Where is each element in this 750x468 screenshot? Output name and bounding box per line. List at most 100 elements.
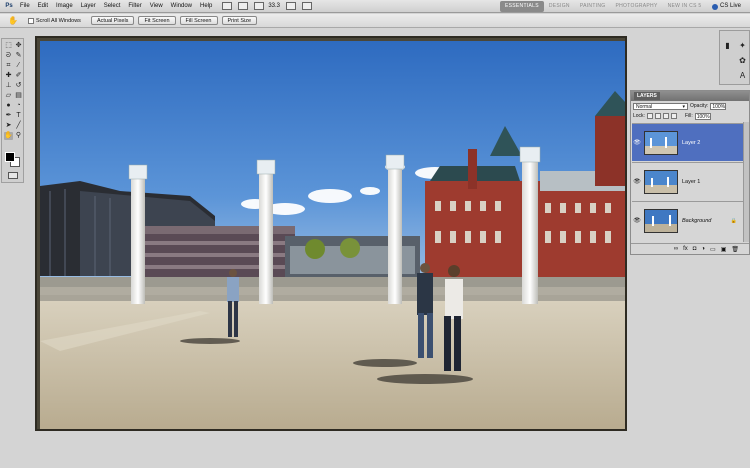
new-layer-icon[interactable]: ▣ [721,246,727,253]
opacity-input[interactable]: 100% [710,102,727,110]
menu-window[interactable]: Window [167,0,196,13]
healing-brush-tool-icon[interactable]: ✚ [4,72,13,80]
launch-minibridge-icon[interactable] [238,2,249,10]
brushes-panel-icon[interactable]: ✿ [738,56,747,65]
options-bar: ✋ Scroll All Windows Actual Pixels Fit S… [0,14,750,28]
brush-tool-icon[interactable]: ✐ [14,72,23,80]
cs-live-icon [712,3,718,10]
delete-layer-icon[interactable]: 🗑 [731,246,739,253]
gradient-tool-icon[interactable]: ▤ [14,92,23,100]
layer-row-layer-2[interactable]: 👁 Layer 2 [632,123,743,161]
zoom-level[interactable]: 33.3 [268,3,280,9]
actual-pixels-button[interactable]: Actual Pixels [90,16,135,25]
layer-thumbnail [644,130,678,155]
add-mask-icon[interactable]: ◘ [693,246,697,252]
layer-name: Background [682,217,712,224]
lock-image-icon[interactable] [654,113,661,119]
eyedropper-tool-icon[interactable]: ⁄ [14,62,23,70]
crop-tool-icon[interactable]: ⌗ [4,62,13,70]
cs-live-button[interactable]: CS Live [712,1,741,12]
arrange-documents-icon[interactable] [286,2,297,10]
blend-row: Normal ▾ Opacity: 100% [631,101,749,111]
clone-stamp-tool-icon[interactable]: ⊥ [4,82,13,90]
workspace-design[interactable]: DESIGN [544,1,575,12]
view-extras-icon[interactable] [254,2,265,10]
type-tool-icon[interactable]: T [14,112,23,120]
scroll-all-windows-checkbox[interactable]: Scroll All Windows [28,17,81,24]
layers-panel-footer: ∞ fx ◘ ◑ ▭ ▣ 🗑 [631,243,749,254]
fit-screen-button[interactable]: Fit Screen [138,16,176,25]
layers-panel: LAYERS Normal ▾ Opacity: 100% Lock: Fill… [630,90,750,255]
new-group-icon[interactable]: ▭ [710,246,716,253]
layers-scrollbar[interactable] [743,122,749,242]
workspace-essentials[interactable]: ESSENTIALS [500,1,544,12]
zoom-tool-icon[interactable]: ⚲ [14,132,23,140]
menu-help[interactable]: Help [196,0,216,13]
workspace-switcher: ESSENTIALS DESIGN PAINTING PHOTOGRAPHY N… [500,1,706,12]
blend-mode-select[interactable]: Normal ▾ [633,102,688,110]
menu-edit[interactable]: Edit [34,0,52,13]
foreground-color-swatch[interactable] [5,152,15,162]
visibility-eye-icon[interactable]: 👁 [632,178,642,185]
lock-position-icon[interactable] [662,113,669,119]
hand-tool-preset-icon[interactable]: ✋ [6,16,20,26]
lock-transparency-icon[interactable] [646,113,653,119]
character-panel-icon[interactable]: A [738,71,747,80]
path-selection-tool-icon[interactable]: ➤ [4,122,13,130]
actions-panel-icon[interactable]: ✦ [738,41,747,50]
visibility-eye-icon[interactable]: 👁 [632,139,642,146]
menu-image[interactable]: Image [52,0,77,13]
layer-row-background[interactable]: 👁 Background 🔒 [632,201,743,239]
menu-select[interactable]: Select [100,0,125,13]
hand-tool-icon[interactable]: ✋ [4,132,13,140]
layer-row-layer-1[interactable]: 👁 Layer 1 [632,162,743,200]
link-layers-icon[interactable]: ∞ [674,246,678,252]
marquee-tool-icon[interactable]: ⬚ [4,42,13,50]
fill-label: Fill: [684,113,693,119]
lock-all-icon[interactable] [670,113,677,119]
history-brush-tool-icon[interactable]: ↺ [14,82,23,90]
blend-mode-value: Normal [636,103,653,110]
eraser-tool-icon[interactable]: ▱ [4,92,13,100]
quick-select-tool-icon[interactable]: ✎ [14,52,23,60]
menu-layer[interactable]: Layer [77,0,100,13]
print-size-button[interactable]: Print Size [221,16,258,25]
tools-panel: ⬚ ✥ ᘐ ✎ ⌗ ⁄ ✚ ✐ ⊥ ↺ ▱ ▤ ● ◔ ✒ T ➤ ╱ ✋ ⚲ [1,38,24,183]
scroll-all-windows-label: Scroll All Windows [36,17,81,24]
adjustment-layer-icon[interactable]: ◑ [701,246,705,252]
history-panel-icon[interactable]: ▮ [723,41,732,50]
layer-thumbnail [644,169,678,194]
dodge-tool-icon[interactable]: ◔ [14,102,23,110]
lock-row: Lock: Fill: 100% [631,111,749,121]
layer-thumbnail [644,208,678,233]
opacity-label: Opacity: [690,103,709,109]
menu-bar: Ps File Edit Image Layer Select Filter V… [0,0,750,13]
checkbox-box[interactable] [28,17,34,24]
document-canvas[interactable] [35,36,627,431]
menu-file[interactable]: File [16,0,34,13]
menu-filter[interactable]: Filter [124,0,145,13]
shape-tool-icon[interactable]: ╱ [14,122,23,130]
visibility-eye-icon[interactable]: 👁 [632,217,642,224]
workspace-photography[interactable]: PHOTOGRAPHY [611,1,663,12]
layers-tab[interactable]: LAYERS [634,92,660,100]
menu-view[interactable]: View [146,0,167,13]
launch-bridge-icon[interactable] [222,2,233,10]
fill-screen-button[interactable]: Fill Screen [179,16,218,25]
pen-tool-icon[interactable]: ✒ [4,112,13,120]
app-logo: Ps [5,3,13,9]
layers-panel-header: LAYERS [631,91,749,101]
lasso-tool-icon[interactable]: ᘐ [4,52,13,60]
lock-icon: 🔒 [730,217,737,224]
layer-style-icon[interactable]: fx [683,246,688,252]
blur-tool-icon[interactable]: ● [4,102,13,110]
screen-mode-icon[interactable] [302,2,313,10]
move-tool-icon[interactable]: ✥ [14,42,23,50]
collapsed-panels-dock: ▮ ✦ ✿ A [719,30,750,85]
workspace-new-in-cs5[interactable]: NEW IN CS 5 [663,1,707,12]
workspace-painting[interactable]: PAINTING [575,1,611,12]
fill-input[interactable]: 100% [694,112,711,120]
layer-name: Layer 1 [682,178,701,185]
photo-image [40,41,625,429]
quick-mask-icon[interactable] [8,172,18,179]
